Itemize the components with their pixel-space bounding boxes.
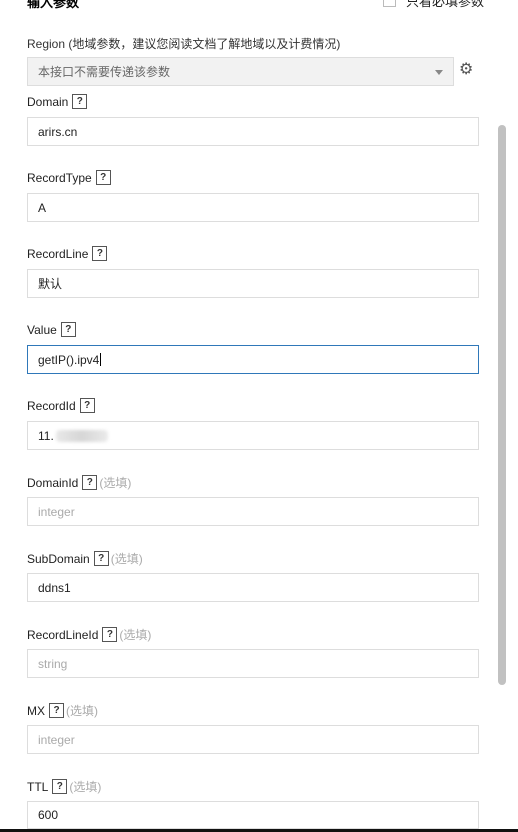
domainid-input[interactable]: integer: [27, 497, 479, 526]
field-label-text: DomainId: [27, 475, 79, 490]
field-label-recordline: RecordLine ?: [27, 246, 108, 261]
domain-input-value: arirs.cn: [38, 124, 78, 139]
text-cursor: [100, 353, 102, 366]
recordtype-input[interactable]: A: [27, 193, 479, 222]
field-label-recordid: RecordId ?: [27, 398, 95, 413]
subdomain-input[interactable]: ddns1: [27, 573, 479, 602]
only-required-checkbox[interactable]: [383, 0, 396, 7]
help-icon[interactable]: ?: [82, 475, 98, 490]
recordlineid-input[interactable]: string: [27, 649, 479, 678]
recordlineid-input-placeholder: string: [38, 656, 68, 671]
field-label-text: TTL: [27, 779, 49, 794]
recordline-input[interactable]: 默认: [27, 269, 479, 298]
mx-input-placeholder: integer: [38, 732, 75, 747]
optional-tag: (选填): [99, 476, 132, 490]
vertical-scrollbar[interactable]: [498, 125, 506, 685]
help-icon[interactable]: ?: [60, 322, 76, 337]
only-required-toggle[interactable]: 只看必填参数: [383, 0, 484, 9]
help-icon[interactable]: ?: [92, 246, 108, 261]
recordline-input-value: 默认: [38, 277, 63, 291]
region-select[interactable]: 本接口不需要传递该参数: [27, 57, 454, 86]
field-label-text: SubDomain: [27, 551, 90, 566]
field-label-text: RecordLineId: [27, 627, 99, 642]
field-label-recordlineid: RecordLineId ? (选填): [27, 626, 151, 643]
help-icon[interactable]: ?: [52, 779, 68, 794]
help-icon[interactable]: ?: [102, 627, 118, 642]
optional-tag: (选填): [110, 552, 143, 566]
domainid-input-placeholder: integer: [38, 504, 75, 519]
help-icon[interactable]: ?: [72, 94, 88, 109]
value-input[interactable]: getIP().ipv4: [27, 345, 479, 374]
region-label: Region (地域参数，建议您阅读文档了解地域以及计费情况): [27, 37, 341, 51]
recordtype-input-value: A: [38, 200, 47, 215]
field-label-text: Domain: [27, 94, 69, 109]
domain-input[interactable]: arirs.cn: [27, 117, 479, 146]
mx-input[interactable]: integer: [27, 725, 479, 754]
field-label-text: RecordType: [27, 170, 92, 185]
ttl-input[interactable]: 600: [27, 801, 479, 829]
ttl-input-value: 600: [38, 808, 59, 822]
field-label-recordtype: RecordType ?: [27, 170, 111, 185]
optional-tag: (选填): [119, 628, 152, 642]
field-label-ttl: TTL ? (选填): [27, 778, 101, 795]
field-label-text: MX: [27, 703, 45, 718]
field-label-text: RecordLine: [27, 246, 89, 261]
help-icon[interactable]: ?: [93, 551, 109, 566]
help-icon[interactable]: ?: [95, 170, 111, 185]
region-select-value: 本接口不需要传递该参数: [38, 65, 171, 79]
redacted-blur: [55, 429, 108, 442]
only-required-label: 只看必填参数: [406, 0, 485, 9]
recordid-input-value: 11.: [38, 428, 54, 443]
field-label-mx: MX ? (选填): [27, 702, 98, 719]
section-title: 输入参数: [27, 0, 80, 10]
optional-tag: (选填): [66, 704, 98, 718]
chevron-down-icon: [435, 70, 443, 75]
subdomain-input-value: ddns1: [38, 580, 71, 595]
recordid-input[interactable]: 11.: [27, 421, 479, 450]
field-label-text: Value: [27, 322, 57, 337]
value-input-value: getIP().ipv4: [38, 352, 100, 367]
field-label-domainid: DomainId ? (选填): [27, 474, 131, 491]
help-icon[interactable]: ?: [79, 398, 95, 413]
gear-icon[interactable]: ⚙: [459, 61, 473, 79]
field-label-subdomain: SubDomain ? (选填): [27, 550, 143, 567]
optional-tag: (选填): [69, 780, 102, 794]
field-label-value: Value ?: [27, 322, 76, 337]
field-label-text: RecordId: [27, 398, 76, 413]
help-icon[interactable]: ?: [49, 703, 64, 718]
field-label-domain: Domain ?: [27, 94, 88, 109]
